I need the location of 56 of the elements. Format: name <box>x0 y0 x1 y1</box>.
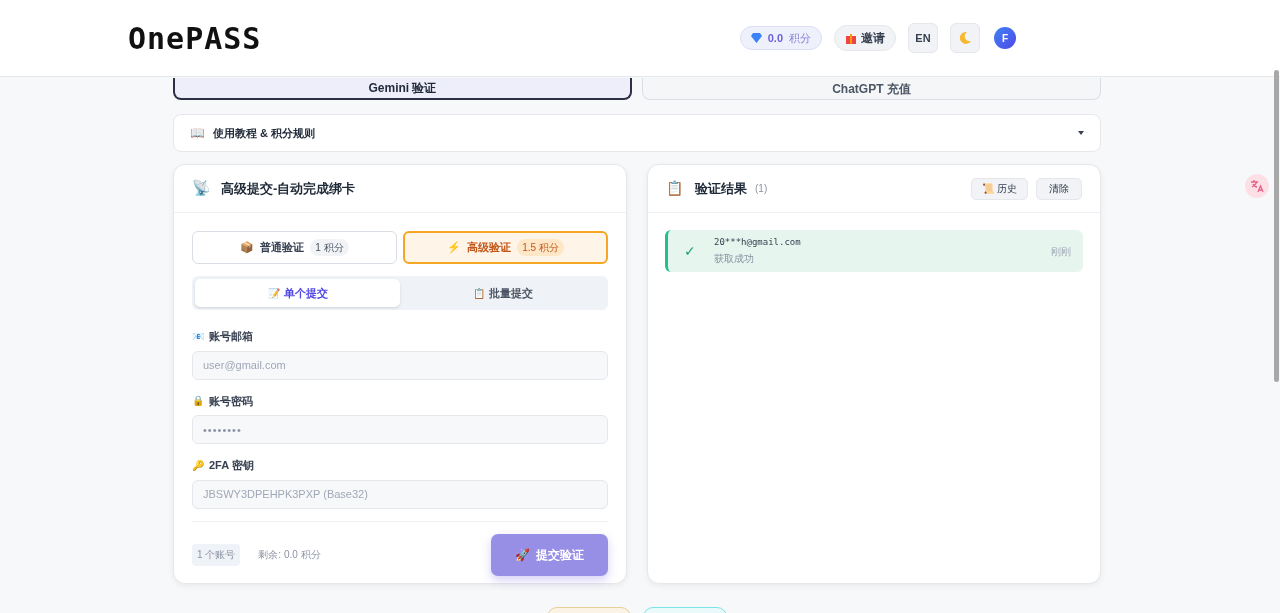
field-label: 账号密码 <box>209 393 253 409</box>
translate-icon <box>1250 179 1264 193</box>
tab-icon: 📝 <box>267 285 280 301</box>
result-time: 刚刚 <box>1051 244 1071 259</box>
points-value: 0.0 <box>767 30 783 46</box>
field-label: 2FA 密钥 <box>209 458 254 473</box>
submit-tab[interactable]: 📋 批量提交 <box>400 279 605 307</box>
remaining-points: 剩余: 0.0 积分 <box>258 548 321 562</box>
card-title: 验证结果 <box>695 179 747 198</box>
mode-tab[interactable]: Gemini 验证 <box>173 78 632 100</box>
mode-tab[interactable]: ChatGPT 充值 <box>642 78 1101 100</box>
guide-title: 使用教程 & 积分规则 <box>213 125 316 141</box>
card-title: 高级提交-自动完成绑卡 <box>221 179 356 198</box>
user-avatar[interactable]: F <box>994 27 1016 49</box>
option-label: 普通验证 <box>260 240 305 256</box>
verify-type-option[interactable]: ⚡ 高级验证 1.5 积分 <box>403 231 608 264</box>
clear-button[interactable]: 清除 <box>1036 177 1082 200</box>
account-count: 1 个账号 <box>192 543 241 566</box>
field-label: 账号邮箱 <box>209 329 253 344</box>
scroll-icon: 📜 <box>982 181 994 196</box>
invite-button[interactable]: 邀请 <box>834 25 896 51</box>
option-icon: 📦 <box>240 239 255 256</box>
diamond-icon <box>750 33 762 43</box>
scrollbar-thumb[interactable] <box>1274 70 1279 382</box>
guide-accordion[interactable]: 📖 使用教程 & 积分规则 <box>173 114 1101 152</box>
cost-badge: 1.5 积分 <box>517 239 564 256</box>
translate-button[interactable] <box>1245 174 1269 198</box>
input-field[interactable]: user@gmail.com <box>192 350 608 380</box>
language-button[interactable]: EN <box>908 23 938 53</box>
satellite-icon: 📡 <box>192 177 211 200</box>
verify-type-option[interactable]: 📦 普通验证 1 积分 <box>192 231 397 264</box>
result-count: (1) <box>755 182 768 196</box>
field-icon: 🔒 <box>192 393 204 409</box>
points-unit: 积分 <box>789 30 811 46</box>
input-field[interactable]: •••••••• <box>192 415 608 444</box>
rocket-icon: 🚀 <box>515 545 530 564</box>
cost-badge: 1 积分 <box>310 239 349 256</box>
field-icon: 🔑 <box>192 457 204 473</box>
submit-tab[interactable]: 📝 单个提交 <box>195 279 400 307</box>
points-badge[interactable]: 0.0 积分 <box>739 26 822 50</box>
result-message: 获取成功 <box>714 252 755 267</box>
theme-toggle[interactable] <box>950 23 980 53</box>
book-icon: 📖 <box>190 124 205 142</box>
result-email: 20***h@gmail.com <box>714 235 801 249</box>
option-label: 高级验证 <box>467 240 512 256</box>
tab-icon: 📋 <box>472 285 485 301</box>
field-icon: 📧 <box>192 328 204 344</box>
moon-icon <box>958 31 972 45</box>
logo[interactable]: OnePASS <box>128 15 262 61</box>
option-icon: ⚡ <box>447 239 462 256</box>
caret-icon <box>1078 131 1084 135</box>
status-mark: ✓ <box>684 241 697 261</box>
clipboard-icon: 📋 <box>666 178 683 199</box>
history-button[interactable]: 📜 历史 <box>971 177 1028 200</box>
input-field[interactable]: JBSWY3DPEHPK3PXP (Base32) <box>192 479 608 509</box>
gift-icon <box>845 32 857 44</box>
